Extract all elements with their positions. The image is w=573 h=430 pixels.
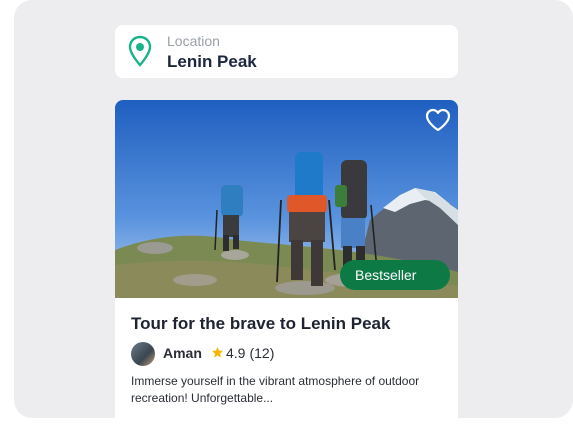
tour-title[interactable]: Tour for the brave to Lenin Peak bbox=[131, 314, 390, 334]
location-label: Location bbox=[167, 33, 220, 49]
author-name[interactable]: Aman bbox=[163, 345, 202, 361]
rating: 4.9 (12) bbox=[226, 345, 274, 361]
location-field[interactable]: Location Lenin Peak bbox=[115, 25, 458, 78]
tour-card[interactable]: Bestseller Tour for the brave to Lenin P… bbox=[115, 100, 458, 430]
map-pin-icon bbox=[128, 35, 152, 67]
bestseller-badge: Bestseller bbox=[340, 260, 450, 290]
favorite-heart-icon[interactable] bbox=[425, 108, 451, 132]
review-count: (12) bbox=[249, 345, 275, 361]
author-avatar bbox=[131, 342, 155, 366]
location-value: Lenin Peak bbox=[167, 52, 257, 71]
tour-description: Immerse yourself in the vibrant atmosphe… bbox=[131, 374, 420, 405]
star-icon bbox=[212, 347, 223, 358]
rating-value: 4.9 bbox=[226, 345, 246, 361]
